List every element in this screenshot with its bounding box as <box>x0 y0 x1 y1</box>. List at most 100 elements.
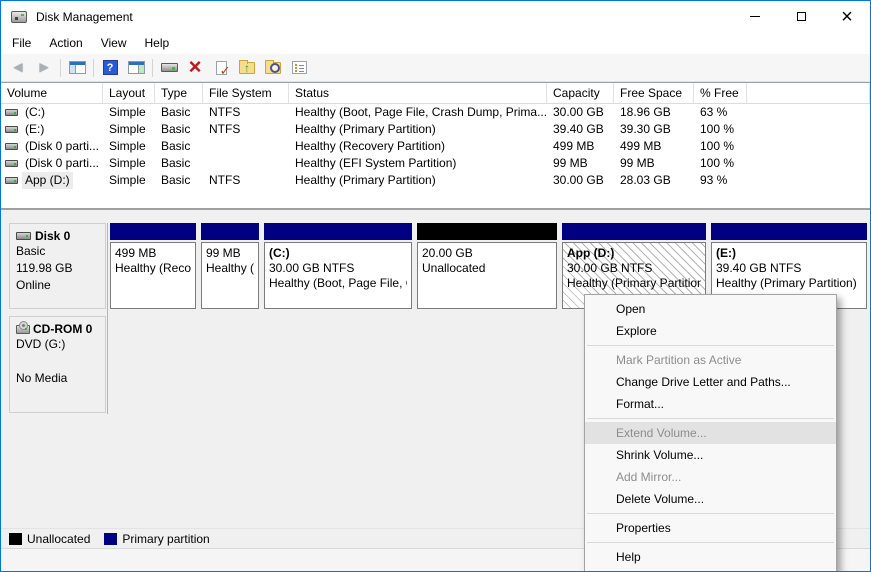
close-button[interactable] <box>824 1 870 32</box>
context-menu-item-add-mirror: Add Mirror... <box>585 466 836 488</box>
toolbar-separator <box>93 59 94 77</box>
partition-color-bar <box>417 223 557 240</box>
legend-item: Unallocated <box>9 532 90 546</box>
context-menu-separator <box>587 345 834 346</box>
cell-pct: 100 % <box>694 138 747 155</box>
context-menu-item-format[interactable]: Format... <box>585 393 836 415</box>
maximize-button[interactable] <box>778 1 824 32</box>
delete-volume-icon[interactable] <box>182 56 208 79</box>
cdrom-drive: DVD (G:) <box>16 336 103 353</box>
partition-size: 20.00 GB <box>422 246 552 261</box>
partition-title: (C:) <box>269 246 407 261</box>
disk0-info-panel[interactable]: Disk 0 Basic 119.98 GB Online <box>9 223 106 309</box>
cell-status: Healthy (EFI System Partition) <box>289 155 547 172</box>
cell-filler <box>747 121 870 138</box>
disk0-type: Basic <box>16 243 103 260</box>
cell-status: Healthy (Boot, Page File, Crash Dump, Pr… <box>289 104 547 121</box>
volume-icon <box>5 126 18 133</box>
column-header-filler <box>747 83 870 103</box>
properties-list-icon[interactable] <box>286 56 312 79</box>
partition-block[interactable]: 99 MBHealthy (E <box>201 223 259 309</box>
context-menu-item-properties[interactable]: Properties <box>585 517 836 539</box>
menu-file[interactable]: File <box>3 34 40 52</box>
menu-help[interactable]: Help <box>136 34 179 52</box>
volume-icon <box>5 143 18 150</box>
context-menu-item-delete-volume[interactable]: Delete Volume... <box>585 488 836 510</box>
partition-status: Healthy (Primary Partition <box>567 276 701 291</box>
partition-title: App (D:) <box>567 246 701 261</box>
cell-capacity: 499 MB <box>547 138 614 155</box>
device-status-icon[interactable] <box>156 56 182 79</box>
panel-separator-line <box>107 223 108 414</box>
column-header-volume[interactable]: Volume <box>1 83 103 103</box>
context-menu-item-explore[interactable]: Explore <box>585 320 836 342</box>
legend-swatch <box>104 533 117 545</box>
cell-free: 99 MB <box>614 155 694 172</box>
help-icon[interactable] <box>97 56 123 79</box>
partition-color-bar <box>711 223 867 240</box>
menu-view[interactable]: View <box>92 34 136 52</box>
context-menu-item-open[interactable]: Open <box>585 298 836 320</box>
cdrom-info-panel[interactable]: CD-ROM 0 DVD (G:) No Media <box>9 316 106 413</box>
column-header-layout[interactable]: Layout <box>103 83 155 103</box>
disk0-status: Online <box>16 277 103 294</box>
volume-label: (C:) <box>22 104 48 121</box>
forward-icon[interactable] <box>31 56 57 79</box>
table-row[interactable]: (E:)SimpleBasicNTFSHealthy (Primary Part… <box>1 121 870 138</box>
context-menu-item-change-drive-letter-and-paths[interactable]: Change Drive Letter and Paths... <box>585 371 836 393</box>
partition-size: 499 MB <box>115 246 191 261</box>
partition-color-bar <box>562 223 706 240</box>
cell-type: Basic <box>155 104 203 121</box>
cell-capacity: 30.00 GB <box>547 104 614 121</box>
volume-list-body: (C:)SimpleBasicNTFSHealthy (Boot, Page F… <box>1 104 870 189</box>
context-menu-separator <box>587 542 834 543</box>
context-menu-item-mark-partition-as-active: Mark Partition as Active <box>585 349 836 371</box>
cdrom-name: CD-ROM 0 <box>33 322 92 336</box>
partition-color-bar <box>201 223 259 240</box>
partition-block[interactable]: (C:)30.00 GB NTFSHealthy (Boot, Page Fil… <box>264 223 412 309</box>
console-tree-icon[interactable] <box>64 56 90 79</box>
cell-filler <box>747 172 870 189</box>
cell-status: Healthy (Recovery Partition) <box>289 138 547 155</box>
cell-type: Basic <box>155 121 203 138</box>
column-header-free-space[interactable]: Free Space <box>614 83 694 103</box>
column-header-status[interactable]: Status <box>289 83 547 103</box>
table-row[interactable]: (C:)SimpleBasicNTFSHealthy (Boot, Page F… <box>1 104 870 121</box>
partition-size: 99 MB <box>206 246 254 261</box>
cell-filler <box>747 104 870 121</box>
context-menu-item-shrink-volume[interactable]: Shrink Volume... <box>585 444 836 466</box>
column-header-file-system[interactable]: File System <box>203 83 289 103</box>
partition-color-bar <box>110 223 196 240</box>
action-pane-icon[interactable] <box>123 56 149 79</box>
cell-capacity: 99 MB <box>547 155 614 172</box>
cell-layout: Simple <box>103 104 155 121</box>
column-header-capacity[interactable]: Capacity <box>547 83 614 103</box>
cdrom-media-status: No Media <box>16 370 103 387</box>
partition-block[interactable]: 499 MBHealthy (Reco <box>110 223 196 309</box>
context-menu-item-help[interactable]: Help <box>585 546 836 568</box>
title-bar: Disk Management <box>1 1 870 32</box>
column-header-type[interactable]: Type <box>155 83 203 103</box>
open-folder-icon[interactable] <box>234 56 260 79</box>
mark-active-icon[interactable] <box>208 56 234 79</box>
partition-status: Healthy (Boot, Page File, C <box>269 276 407 291</box>
explore-folder-icon[interactable] <box>260 56 286 79</box>
context-menu-separator <box>587 418 834 419</box>
menu-action[interactable]: Action <box>40 34 91 52</box>
cell-volume: (E:) <box>1 121 103 138</box>
table-row[interactable]: (Disk 0 parti...SimpleBasicHealthy (Reco… <box>1 138 870 155</box>
partition-body: 499 MBHealthy (Reco <box>110 242 196 309</box>
cell-pct: 100 % <box>694 121 747 138</box>
back-icon[interactable] <box>5 56 31 79</box>
cell-layout: Simple <box>103 172 155 189</box>
minimize-icon <box>750 16 760 17</box>
volume-icon <box>5 177 18 184</box>
partition-status: Healthy (Reco <box>115 261 191 276</box>
table-row[interactable]: App (D:)SimpleBasicNTFSHealthy (Primary … <box>1 172 870 189</box>
minimize-button[interactable] <box>732 1 778 32</box>
cell-free: 18.96 GB <box>614 104 694 121</box>
column-header--free[interactable]: % Free <box>694 83 747 103</box>
disk-management-app-icon <box>11 11 27 23</box>
partition-block[interactable]: 20.00 GBUnallocated <box>417 223 557 309</box>
table-row[interactable]: (Disk 0 parti...SimpleBasicHealthy (EFI … <box>1 155 870 172</box>
